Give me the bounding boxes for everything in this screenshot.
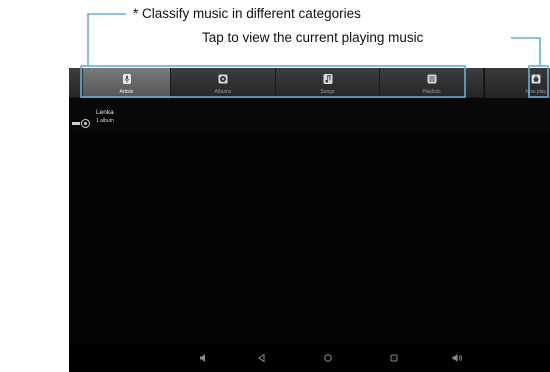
tab-label: Songs: [320, 89, 335, 95]
category-callout-line: [87, 13, 126, 66]
tab-label: Now play: [525, 89, 546, 95]
list-item[interactable]: Lenka 1 album: [69, 102, 550, 132]
volume-up-icon[interactable]: [451, 352, 463, 364]
tab-playlists[interactable]: Playlists: [380, 68, 484, 98]
playlist-icon: [427, 74, 436, 84]
artist-list-area: [69, 132, 550, 344]
tab-songs[interactable]: Songs: [276, 68, 380, 98]
system-navigation-bar: [69, 344, 550, 372]
annotation-now-playing: Tap to view the current playing music: [202, 30, 424, 45]
volume-down-icon[interactable]: [198, 352, 210, 364]
tab-label: Albums: [214, 89, 232, 95]
now-playing-icon: [531, 74, 541, 84]
album-icon: [218, 74, 228, 84]
song-icon: [323, 74, 332, 84]
now-playing-callout-line: [511, 37, 541, 66]
tab-artists[interactable]: Artists: [83, 68, 171, 98]
tab-label: Artists: [119, 89, 134, 95]
category-tab-bar: Artists Albums Songs Playlists Now play: [69, 68, 550, 98]
annotation-categories: * Classify music in different categories: [133, 6, 361, 21]
back-icon[interactable]: [256, 352, 268, 364]
tab-albums[interactable]: Albums: [171, 68, 276, 98]
artist-name: Lenka: [96, 109, 114, 116]
recent-apps-icon[interactable]: [388, 352, 400, 364]
album-count: 1 album: [96, 118, 114, 124]
row-marker: [72, 122, 80, 125]
expand-icon[interactable]: [81, 119, 90, 128]
tab-label: Playlists: [422, 89, 441, 95]
tab-now-playing[interactable]: Now play: [485, 68, 550, 98]
artist-icon: [122, 74, 131, 84]
music-app-screen: Artists Albums Songs Playlists Now play …: [69, 68, 550, 372]
home-icon[interactable]: [322, 352, 334, 364]
